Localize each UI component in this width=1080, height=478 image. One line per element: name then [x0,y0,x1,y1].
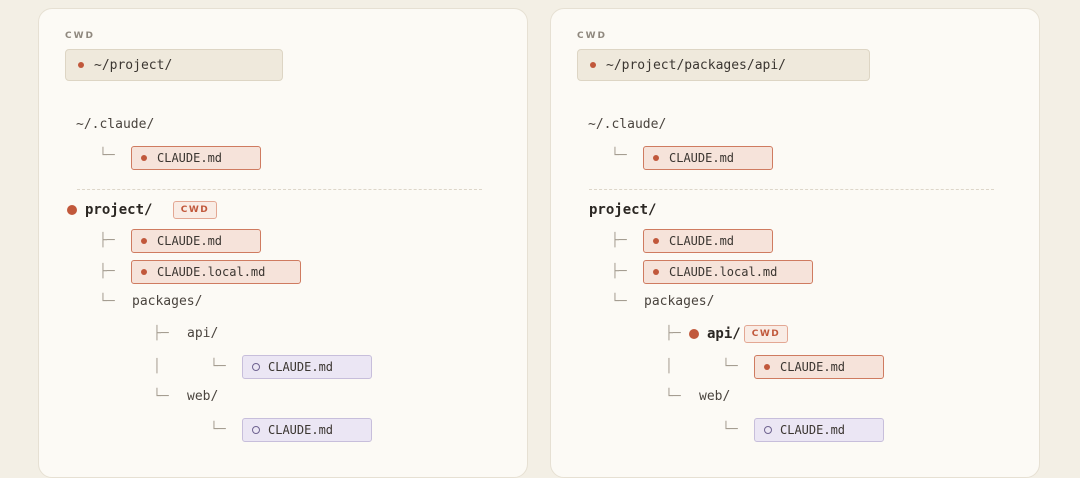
tree-branch-corner: └─ [99,148,115,163]
cwd-path: ~/project/ [94,57,173,73]
packages-dir: packages/ [644,294,715,309]
cwd-badge: CWD [744,325,788,343]
home-claude-dir: ~/.claude/ [76,117,155,132]
project-dir: project/ [85,202,153,218]
cwd-marker-icon [67,205,77,215]
panel-cwd-api: CWD ~/project/packages/api/ ~/.claude/ └… [550,8,1040,478]
loaded-dot-icon [141,238,147,244]
tree-branch-corner: └─ [611,294,627,309]
tree-branch-corner: └─ [665,389,681,404]
home-claude-file: CLAUDE.md [131,146,261,170]
project-claude-local-file: CLAUDE.local.md [643,260,813,284]
tree-branch-tee: ├─ [99,264,115,279]
web-claude-file: CLAUDE.md [242,418,372,442]
api-dir-row: api/ [689,326,741,342]
tree-branch-corner: └─ [210,359,226,374]
divider [589,189,994,190]
cwd-path-box: ~/project/ [65,49,283,81]
tree-branch-corner: └─ [722,359,738,374]
api-claude-file: CLAUDE.md [754,355,884,379]
project-dir-row: project/ [67,202,152,218]
tree-branch-corner: └─ [99,294,115,309]
tree-branch-tee: ├─ [611,264,627,279]
web-claude-file: CLAUDE.md [754,418,884,442]
cwd-dot-icon [78,62,84,68]
project-claude-file: CLAUDE.md [643,229,773,253]
loaded-dot-icon [141,269,147,275]
loaded-dot-icon [653,155,659,161]
loaded-dot-icon [764,364,770,370]
project-dir: project/ [589,202,657,218]
home-claude-file: CLAUDE.md [643,146,773,170]
tree-branch-tee: ├─ [665,326,681,341]
cwd-label: CWD [65,31,96,41]
tree-branch-corner: └─ [210,422,226,437]
cwd-dot-icon [590,62,596,68]
loaded-dot-icon [141,155,147,161]
tree-branch-pipe: │ [153,359,161,374]
cwd-badge: CWD [173,201,217,219]
api-claude-file: CLAUDE.md [242,355,372,379]
web-dir: web/ [187,389,219,404]
tree-branch-corner: └─ [153,389,169,404]
cwd-label: CWD [577,31,608,41]
home-claude-dir: ~/.claude/ [588,117,667,132]
unloaded-ring-icon [252,363,260,371]
tree-branch-corner: └─ [611,148,627,163]
tree-branch-tee: ├─ [99,233,115,248]
cwd-marker-icon [689,329,699,339]
loaded-dot-icon [653,238,659,244]
cwd-path: ~/project/packages/api/ [606,57,787,73]
divider [77,189,482,190]
api-dir: api/ [187,326,219,341]
web-dir: web/ [699,389,731,404]
packages-dir: packages/ [132,294,203,309]
tree-branch-tee: ├─ [153,326,169,341]
project-claude-local-file: CLAUDE.local.md [131,260,301,284]
panel-cwd-project: CWD ~/project/ ~/.claude/ └─ CLAUDE.md p… [38,8,528,478]
api-dir: api/ [707,326,741,342]
tree-branch-pipe: │ [665,359,673,374]
cwd-path-box: ~/project/packages/api/ [577,49,870,81]
project-claude-file: CLAUDE.md [131,229,261,253]
tree-branch-tee: ├─ [611,233,627,248]
unloaded-ring-icon [252,426,260,434]
unloaded-ring-icon [764,426,772,434]
loaded-dot-icon [653,269,659,275]
tree-branch-corner: └─ [722,422,738,437]
